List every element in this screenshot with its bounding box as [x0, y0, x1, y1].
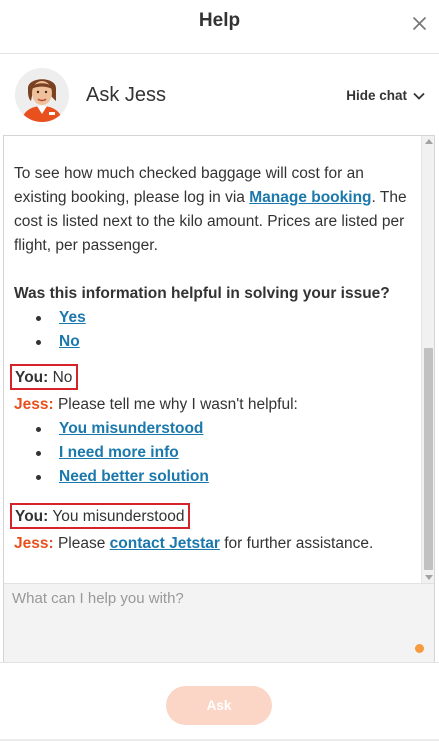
jess-message: Jess: Please tell me why I wasn't helpfu… — [4, 393, 422, 417]
ask-button[interactable]: Ask — [166, 686, 272, 725]
contact-jetstar-link[interactable]: contact Jetstar — [110, 535, 220, 552]
list-item: You misunderstood — [36, 417, 422, 441]
feedback-yes-link[interactable]: Yes — [59, 309, 86, 326]
highlight-box: You: No — [10, 364, 79, 390]
status-dot-icon — [415, 644, 424, 653]
chevron-down-icon — [413, 92, 425, 100]
list-item: No — [36, 330, 422, 354]
jess-label: Jess: — [14, 535, 54, 552]
jess-label: Jess: — [14, 396, 54, 413]
agent-bar: Ask Jess Hide chat — [0, 55, 439, 135]
close-icon[interactable] — [409, 13, 431, 35]
you-label: You: — [15, 369, 49, 386]
jess-message: Jess: Please contact Jetstar for further… — [14, 535, 374, 552]
user-message: You: You misunderstood — [4, 503, 422, 529]
you-label: You: — [15, 508, 49, 525]
chat-scrollbar[interactable] — [421, 136, 434, 583]
agent-name: Ask Jess — [86, 84, 167, 106]
feedback-options: Yes No — [4, 306, 422, 354]
list-item: I need more info — [36, 441, 422, 465]
truncated-message: … .. .. — [4, 136, 422, 144]
reason-options: You misunderstood I need more info Need … — [4, 417, 422, 489]
reason-misunderstood-link[interactable]: You misunderstood — [59, 420, 203, 437]
jess-message-text: Please tell me why I wasn't helpful: — [57, 396, 298, 413]
chat-panel: … .. .. To see how much checked baggage … — [3, 135, 435, 662]
hide-chat-label: Hide chat — [346, 88, 407, 103]
highlight-box: You: You misunderstood — [10, 503, 191, 529]
user-message-text: You misunderstood — [52, 508, 185, 525]
scroll-down-arrow-icon[interactable] — [425, 575, 433, 580]
hide-chat-button[interactable]: Hide chat — [346, 88, 425, 103]
header-title: Help — [198, 10, 241, 31]
feedback-no-link[interactable]: No — [59, 333, 80, 350]
agent-avatar — [15, 68, 69, 122]
baggage-info-message: To see how much checked baggage will cos… — [14, 165, 407, 254]
chat-input-area — [4, 583, 434, 662]
chat-input[interactable] — [12, 590, 422, 656]
divider — [0, 662, 439, 663]
user-message-text: No — [52, 369, 73, 386]
scroll-thumb[interactable] — [424, 348, 433, 570]
list-item: Need better solution — [36, 465, 422, 489]
chat-transcript: … .. .. To see how much checked baggage … — [4, 136, 422, 583]
scroll-up-arrow-icon[interactable] — [425, 139, 433, 144]
user-message: You: No — [4, 364, 422, 390]
list-item: Yes — [36, 306, 422, 330]
reason-more-info-link[interactable]: I need more info — [59, 444, 179, 461]
feedback-question: Was this information helpful in solving … — [14, 285, 390, 302]
reason-better-solution-link[interactable]: Need better solution — [59, 468, 209, 485]
help-header: Help — [0, 0, 439, 54]
manage-booking-link[interactable]: Manage booking — [249, 189, 371, 206]
